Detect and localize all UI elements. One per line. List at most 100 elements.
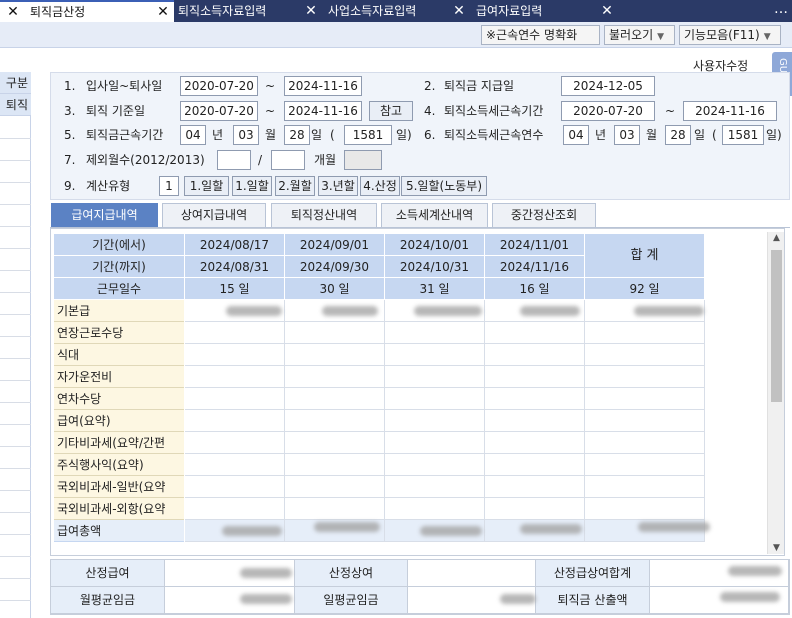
- calc-option-assess[interactable]: 4.산정: [360, 176, 400, 196]
- tab-retirement-income[interactable]: 퇴직소득자료입력 ✕: [174, 0, 324, 22]
- service-period-clarify-button[interactable]: ※근속연수 명확화: [481, 25, 600, 45]
- service-months-field[interactable]: 03: [233, 125, 259, 145]
- grid-cell[interactable]: [185, 366, 285, 388]
- grid-cell[interactable]: [385, 322, 485, 344]
- grid-cell[interactable]: [585, 366, 705, 388]
- service-total-days-field[interactable]: 1581: [344, 125, 392, 145]
- tax-period-from-field[interactable]: 2020-07-20: [561, 101, 655, 121]
- tax-period-to-field[interactable]: 2024-11-16: [683, 101, 777, 121]
- period-from: 2024/11/01: [485, 234, 585, 256]
- excluded-months-2013-field[interactable]: [271, 150, 305, 170]
- grid-cell[interactable]: [185, 498, 285, 520]
- tax-months-field[interactable]: 03: [614, 125, 640, 145]
- tab-income-tax-calc[interactable]: 소득세계산내역: [381, 203, 488, 227]
- grid-cell[interactable]: [285, 410, 385, 432]
- row-label-stock-option: 주식행사익(요약): [54, 454, 184, 476]
- base-to-field[interactable]: 2024-11-16: [284, 101, 362, 121]
- calc-type-field[interactable]: 1: [159, 176, 179, 196]
- close-icon[interactable]: ✕: [156, 2, 170, 22]
- grid-cell[interactable]: [185, 476, 285, 498]
- calc-option-daily[interactable]: 1.일할: [184, 176, 229, 196]
- tab-salary-payments[interactable]: 급여지급내역: [51, 203, 158, 227]
- grid-cell[interactable]: [185, 344, 285, 366]
- close-icon[interactable]: ✕: [452, 0, 466, 22]
- calc-option-daily-2[interactable]: 1.일할: [232, 176, 272, 196]
- excluded-months-2012-field[interactable]: [217, 150, 251, 170]
- grid-cell[interactable]: [385, 366, 485, 388]
- row-number: 4.: [424, 104, 436, 118]
- close-icon[interactable]: ✕: [600, 0, 614, 22]
- grid-cell[interactable]: [385, 388, 485, 410]
- tab-interim-settlement[interactable]: 중간정산조회: [492, 203, 596, 227]
- grid-cell[interactable]: [285, 322, 385, 344]
- grid-cell[interactable]: [585, 454, 705, 476]
- grid-cell[interactable]: [385, 344, 485, 366]
- vertical-scrollbar[interactable]: ▲ ▼: [767, 232, 784, 554]
- calc-option-labor[interactable]: 5.일할(노동부): [401, 176, 487, 196]
- grid-cell[interactable]: [185, 388, 285, 410]
- grid-cell[interactable]: [585, 344, 705, 366]
- tab-payroll[interactable]: 급여자료입력 ✕: [472, 0, 620, 22]
- leave-date-field[interactable]: 2024-11-16: [284, 76, 362, 96]
- functions-button[interactable]: 기능모음(F11) ▼: [679, 25, 781, 45]
- grid-cell[interactable]: [185, 432, 285, 454]
- grid-cell[interactable]: [185, 454, 285, 476]
- scroll-up-icon[interactable]: ▲: [770, 233, 783, 243]
- grid-cell[interactable]: [585, 498, 705, 520]
- calc-option-yearly[interactable]: 3.년할: [318, 176, 358, 196]
- grid-cell[interactable]: [385, 476, 485, 498]
- grid-cell[interactable]: [485, 498, 585, 520]
- grid-cell[interactable]: [285, 388, 385, 410]
- grid-cell[interactable]: [485, 322, 585, 344]
- grid-cell[interactable]: [285, 366, 385, 388]
- tab-retirement-settlement[interactable]: 퇴직정산내역: [271, 203, 377, 227]
- grid-cell[interactable]: [585, 322, 705, 344]
- close-icon[interactable]: ✕: [304, 0, 318, 22]
- grid-cell[interactable]: [485, 454, 585, 476]
- reference-button[interactable]: 참고: [369, 101, 413, 121]
- grid-cell[interactable]: [385, 498, 485, 520]
- grid-cell[interactable]: [485, 366, 585, 388]
- scroll-thumb[interactable]: [771, 250, 782, 402]
- close-icon[interactable]: ✕: [6, 2, 20, 22]
- grid-cell[interactable]: [185, 410, 285, 432]
- grid-cell[interactable]: [485, 388, 585, 410]
- grid-cell[interactable]: [385, 454, 485, 476]
- grid-cell[interactable]: [585, 432, 705, 454]
- service-days-field[interactable]: 28: [284, 125, 310, 145]
- grid-cell[interactable]: [285, 432, 385, 454]
- grid-cell[interactable]: [185, 322, 285, 344]
- grid-cell[interactable]: [585, 410, 705, 432]
- grid-cell[interactable]: [385, 432, 485, 454]
- tax-total-days-field[interactable]: 1581: [722, 125, 764, 145]
- grid-cell[interactable]: [285, 498, 385, 520]
- load-button[interactable]: 불러오기 ▼: [604, 25, 675, 45]
- tab-business-income[interactable]: 사업소득자료입력 ✕: [324, 0, 472, 22]
- left-list-item[interactable]: 퇴직: [0, 94, 31, 116]
- service-years-field[interactable]: 04: [180, 125, 206, 145]
- grid-cell[interactable]: [485, 410, 585, 432]
- tab-label: 급여자료입력: [476, 4, 543, 18]
- calc-option-monthly[interactable]: 2.월할: [275, 176, 315, 196]
- grid-cell[interactable]: [485, 476, 585, 498]
- grid-cell[interactable]: [585, 388, 705, 410]
- grid-cell[interactable]: [285, 344, 385, 366]
- grid-cell[interactable]: [285, 454, 385, 476]
- more-menu-icon[interactable]: …: [774, 0, 788, 18]
- grid-cell[interactable]: [385, 410, 485, 432]
- join-date-field[interactable]: 2020-07-20: [180, 76, 258, 96]
- pay-date-field[interactable]: 2024-12-05: [561, 76, 655, 96]
- tab-bonus-payments[interactable]: 상여지급내역: [162, 203, 266, 227]
- period-days: 15 일: [185, 278, 285, 300]
- scroll-down-icon[interactable]: ▼: [770, 543, 783, 553]
- pay-date-label: 퇴직금 지급일: [444, 79, 515, 93]
- grid-cell[interactable]: [485, 432, 585, 454]
- grid-cell[interactable]: [485, 344, 585, 366]
- tax-years-field[interactable]: 04: [563, 125, 589, 145]
- row-number: 9.: [64, 179, 76, 193]
- grid-cell[interactable]: [285, 476, 385, 498]
- base-from-field[interactable]: 2020-07-20: [180, 101, 258, 121]
- grid-cell[interactable]: [585, 476, 705, 498]
- tax-days-field[interactable]: 28: [665, 125, 691, 145]
- tab-severance-calc[interactable]: ✕ 퇴직금산정 ✕: [0, 0, 174, 22]
